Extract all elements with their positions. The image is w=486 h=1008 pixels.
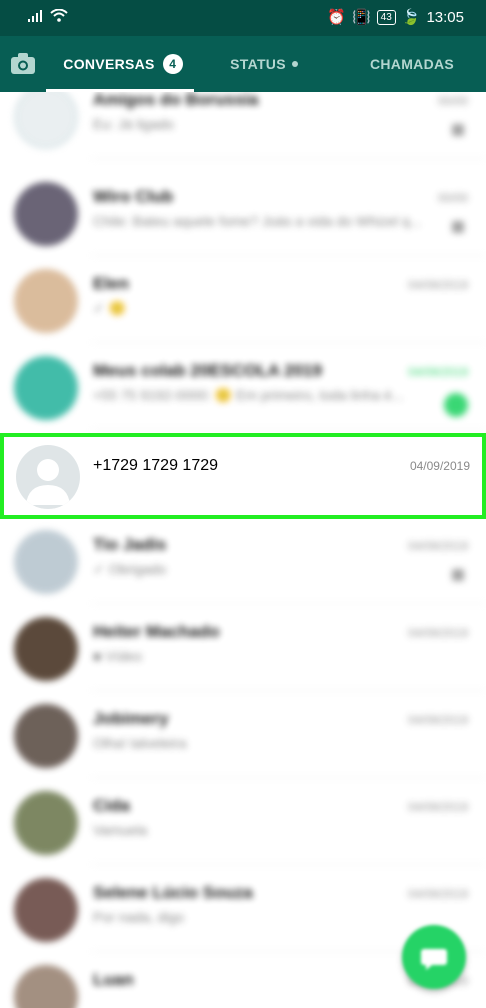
chat-row[interactable]: Cida Vamuela 04/09/2019	[0, 778, 486, 865]
avatar	[14, 269, 78, 333]
avatar	[14, 617, 78, 681]
chat-date: 04/09/2019	[407, 278, 468, 292]
chat-name: Cida	[93, 796, 130, 815]
chat-preview: ✓ Obrigado	[93, 561, 167, 577]
tab-conversas-label: CONVERSAS	[63, 56, 155, 72]
chat-name: Amigos do Borussia	[93, 92, 259, 109]
avatar	[14, 92, 78, 149]
avatar	[14, 530, 78, 594]
chat-preview: ■ Vídeo	[93, 648, 142, 664]
chat-preview: +55 75 9192-0000: 🙂 Em primeiro, toda li…	[93, 387, 404, 403]
chat-name: +1729 1729 1729	[93, 457, 219, 474]
mute-icon	[452, 569, 464, 581]
default-avatar-icon	[16, 445, 80, 509]
chat-date: 04/09/2019	[407, 539, 468, 553]
unread-badge	[444, 393, 468, 417]
tab-chamadas[interactable]: CHAMADAS	[356, 36, 468, 92]
chat-preview: ✓ 🙂	[93, 300, 127, 316]
wifi-icon	[50, 9, 68, 22]
leaf-icon: 🍃	[401, 9, 421, 26]
status-bar: ⏰ 📳 43 🍃 13:05	[0, 0, 486, 36]
chat-date: 04/09/2019	[407, 800, 468, 814]
chat-name: Luan	[93, 970, 134, 989]
avatar	[14, 791, 78, 855]
signal-icon	[28, 9, 42, 22]
unread-count-badge: 4	[162, 54, 183, 74]
chat-name: Tio Jadis	[93, 535, 167, 554]
chat-row[interactable]: Wiro Club Chile: Bateu aquele fome? Joás…	[0, 169, 486, 256]
mute-icon	[452, 124, 464, 136]
chat-row[interactable]: Heiter Machado ■ Vídeo 04/09/2019	[0, 604, 486, 691]
chat-name: Wiro Club	[93, 187, 174, 206]
chat-row[interactable]: Meus colab 20ESCOLA 2019 +55 75 9192-000…	[0, 343, 486, 430]
chat-name: Heiter Machado	[93, 622, 220, 641]
app-bar: CONVERSAS 4 STATUS CHAMADAS	[0, 36, 486, 92]
new-chat-button[interactable]	[402, 925, 466, 989]
battery-indicator: 43	[376, 9, 396, 25]
tab-status[interactable]: STATUS	[214, 36, 314, 92]
chat-row[interactable]: Jobimery Olha! talveleira 04/09/2019	[0, 691, 486, 778]
chat-date: 04/09/2019	[407, 887, 468, 901]
clock: 13:05	[426, 8, 464, 26]
avatar	[14, 182, 78, 246]
chat-row[interactable]: Elen ✓ 🙂 04/09/2019	[0, 256, 486, 343]
chat-date: 04/09/2019	[409, 459, 470, 473]
alarm-icon: ⏰	[327, 9, 346, 26]
chat-preview: Chile: Bateu aquele fome? Joás a vida do…	[93, 213, 422, 229]
chat-preview: Olha! talveleira	[93, 735, 187, 751]
chat-date: 04/09/2019	[407, 626, 468, 640]
chat-preview: Por nada, digo	[93, 909, 185, 925]
new-status-dot	[291, 61, 298, 67]
mute-icon	[452, 221, 464, 233]
chat-name: Jobimery	[93, 709, 169, 728]
chat-name: Selene Lúcio Souza	[93, 883, 253, 902]
avatar	[14, 356, 78, 420]
avatar	[14, 704, 78, 768]
chat-row-highlighted[interactable]: +1729 1729 1729 04/09/2019	[0, 433, 486, 519]
camera-icon[interactable]	[10, 52, 36, 76]
new-chat-icon	[421, 949, 447, 970]
chat-date: 04/09/2019	[407, 713, 468, 727]
chat-list[interactable]: Amigos do Borussia Eu: Já ligado 00/00 W…	[0, 92, 486, 1008]
avatar	[14, 878, 78, 942]
chat-preview: Eu: Já ligado	[93, 116, 174, 132]
chat-date: 04/09/2019	[407, 365, 468, 379]
avatar	[14, 965, 78, 1008]
tab-conversas[interactable]: CONVERSAS 4	[48, 36, 198, 92]
chat-name: Elen	[93, 274, 129, 293]
chat-row[interactable]: Amigos do Borussia Eu: Já ligado 00/00	[0, 92, 486, 159]
chat-date: 00/00	[437, 94, 468, 108]
tab-chamadas-label: CHAMADAS	[369, 56, 455, 72]
chat-name: Meus colab 20ESCOLA 2019	[93, 361, 322, 380]
separator	[92, 158, 486, 159]
vibrate-icon: 📳	[351, 9, 371, 26]
chat-preview: Vamuela	[93, 822, 148, 838]
chat-row[interactable]: Tio Jadis ✓ Obrigado 04/09/2019	[0, 517, 486, 604]
chat-date: 00/00	[437, 191, 468, 205]
separator	[92, 429, 486, 430]
tab-status-label: STATUS	[230, 56, 286, 72]
